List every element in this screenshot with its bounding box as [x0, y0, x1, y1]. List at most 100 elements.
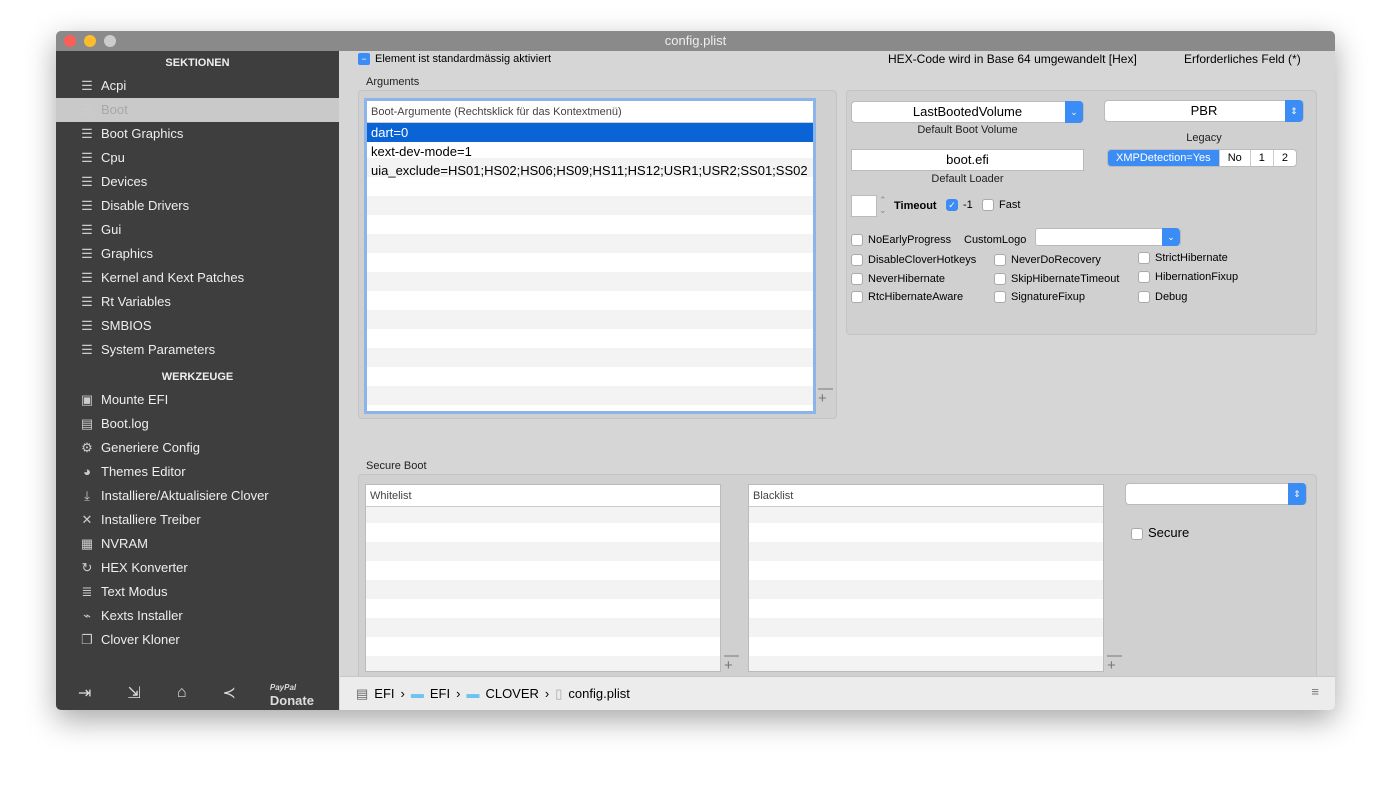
checkbox-neverdorecovery[interactable]: NeverDoRecovery — [994, 254, 1101, 267]
blacklist-table[interactable]: Blacklist — [748, 484, 1104, 672]
tool-item-label: Installiere Treiber — [101, 512, 201, 527]
sidebar-toolbar: ⇥ ⇲ ⌂ ≺ PayPal Donate — [56, 676, 339, 710]
list-icon: ☰ — [81, 342, 93, 357]
sidebar-item-acpi[interactable]: ☰ Acpi — [56, 74, 339, 98]
sidebar-item-kernel-and-kext-patches[interactable]: ☰ Kernel and Kext Patches — [56, 266, 339, 290]
tool-item-clover-kloner[interactable]: ❐ Clover Kloner — [56, 628, 339, 652]
breadcrumb-item[interactable]: CLOVER — [485, 686, 538, 701]
boot-args-table[interactable]: Boot-Argumente (Rechtsklick für das Kont… — [364, 98, 816, 414]
xmp-option[interactable]: 2 — [1272, 150, 1296, 166]
boot-args-header[interactable]: Boot-Argumente (Rechtsklick für das Kont… — [367, 101, 813, 123]
sidebar-item-label: System Parameters — [101, 342, 216, 357]
disk-icon: ▣ — [80, 392, 94, 407]
default-volume-select[interactable]: LastBootedVolume ⌄ — [851, 101, 1084, 123]
tool-item-installiere-treiber[interactable]: ✕ Installiere Treiber — [56, 508, 339, 532]
xmp-segmented-control: XMPDetection=Yes No 1 2 — [1107, 149, 1297, 167]
tool-item-label: Installiere/Aktualisiere Clover — [101, 488, 269, 503]
donate-button[interactable]: PayPal Donate — [270, 678, 339, 708]
checkbox-signaturefixup[interactable]: SignatureFixup — [994, 291, 1085, 304]
tool-item-kexts-installer[interactable]: ⌁ Kexts Installer — [56, 604, 339, 628]
default-loader-label: Default Loader — [931, 173, 1004, 185]
secure-policy-select[interactable]: ⇕ — [1125, 483, 1307, 505]
checkbox-box — [994, 273, 1006, 286]
timeout-stepper[interactable]: ⌃ ⌄ — [879, 195, 887, 215]
list-icon: ☰ — [81, 174, 93, 189]
chevron-down-icon: ⌄ — [1065, 101, 1083, 123]
checkbox-noearlyprogress[interactable]: NoEarlyProgress — [851, 234, 951, 247]
tool-item-mounte-efi[interactable]: ▣ Mounte EFI — [56, 388, 339, 412]
window-title: config.plist — [664, 33, 727, 48]
hex-note: HEX-Code wird in Base 64 umgewandelt [He… — [888, 52, 1137, 66]
boot-arg-row[interactable]: dart=0 — [367, 123, 813, 142]
zoom-button[interactable] — [104, 35, 116, 47]
timeout-field[interactable] — [851, 195, 877, 217]
boot-arg-row[interactable]: kext-dev-mode=1 — [367, 142, 813, 161]
secure-label: Secure — [1148, 525, 1190, 540]
tool-item-hex-konverter[interactable]: ↻ HEX Konverter — [56, 556, 339, 580]
secure-checkbox[interactable]: Secure — [1131, 525, 1189, 540]
tool-item-generiere-config[interactable]: ⚙ Generiere Config — [56, 436, 339, 460]
checkbox-rtchibernateaware[interactable]: RtcHibernateAware — [851, 291, 963, 304]
sidebar-item-label: Disable Drivers — [101, 198, 190, 213]
tool-item-boot-log[interactable]: ▤ Boot.log — [56, 412, 339, 436]
sidebar-item-smbios[interactable]: ☰ SMBIOS — [56, 314, 339, 338]
xmp-option[interactable]: No — [1218, 150, 1250, 166]
checkbox-hibernationfixup[interactable]: HibernationFixup — [1138, 271, 1238, 284]
copy-icon: ❐ — [81, 632, 93, 647]
checkbox-disablecloverhotkeys[interactable]: DisableCloverHotkeys — [851, 254, 976, 267]
import-icon[interactable]: ⇥ — [78, 683, 91, 703]
tool-item-nvram[interactable]: ▦ NVRAM — [56, 532, 339, 556]
checkbox-skiphibernatetimeout[interactable]: SkipHibernateTimeout — [994, 273, 1119, 286]
checkbox-stricthibernate[interactable]: StrictHibernate — [1138, 252, 1228, 265]
xmp-option[interactable]: XMPDetection=Yes — [1108, 150, 1219, 166]
palette-icon: ◕ — [83, 464, 91, 479]
checkbox-debug[interactable]: Debug — [1138, 291, 1187, 304]
sidebar-item-boot-graphics[interactable]: ☰ Boot Graphics — [56, 122, 339, 146]
breadcrumb-item[interactable]: EFI — [430, 686, 450, 701]
chip-icon: ▦ — [80, 536, 94, 551]
checkbox-box — [1131, 527, 1143, 540]
tools-header: WERKZEUGE — [161, 371, 234, 383]
sidebar-item-disable-drivers[interactable]: ☰ Disable Drivers — [56, 194, 339, 218]
fast-checkbox[interactable]: Fast — [982, 199, 1020, 212]
sidebar-item-label: Kernel and Kext Patches — [101, 270, 245, 285]
breadcrumb-item[interactable]: EFI — [374, 686, 394, 701]
menu-icon[interactable]: ≡ — [1311, 684, 1319, 699]
minus1-checkbox[interactable]: ✓ -1 — [946, 199, 973, 212]
tool-item-text-modus[interactable]: ≣ Text Modus — [56, 580, 339, 604]
legacy-select[interactable]: PBR ⇕ — [1104, 100, 1304, 122]
sidebar-item-label: Boot Graphics — [101, 126, 184, 141]
minimize-button[interactable] — [84, 35, 96, 47]
default-loader-field[interactable]: boot.efi — [851, 149, 1084, 171]
checkbox-box — [1138, 291, 1150, 304]
sidebar-item-cpu[interactable]: ☰ Cpu — [56, 146, 339, 170]
share-icon[interactable]: ≺ — [222, 683, 235, 703]
sidebar-item-gui[interactable]: ☰ Gui — [56, 218, 339, 242]
wrench-icon: ✕ — [81, 512, 93, 527]
xmp-option[interactable]: 1 — [1249, 150, 1273, 166]
boot-arg-row[interactable]: uia_exclude=HS01;HS02;HS06;HS09;HS11;HS1… — [367, 161, 813, 180]
list-icon: ☰ — [81, 126, 93, 141]
export-icon[interactable]: ⇲ — [127, 683, 140, 703]
sidebar-item-system-parameters[interactable]: ☰ System Parameters — [56, 338, 339, 362]
sidebar-item-boot[interactable]: ☰ Boot — [56, 98, 339, 122]
tool-item-themes-editor[interactable]: ◕ Themes Editor — [56, 460, 339, 484]
default-volume-label: Default Boot Volume — [917, 124, 1018, 136]
tool-item-installiere-aktualisiere-clover[interactable]: ⤓ Installiere/Aktualisiere Clover — [56, 484, 339, 508]
checkbox-box — [994, 291, 1006, 304]
sidebar-item-devices[interactable]: ☰ Devices — [56, 170, 339, 194]
sidebar-item-graphics[interactable]: ☰ Graphics — [56, 242, 339, 266]
breadcrumb-item[interactable]: config.plist — [568, 686, 629, 701]
checkbox-neverhibernate[interactable]: NeverHibernate — [851, 273, 945, 286]
chevron-down-icon: ⌄ — [1162, 228, 1180, 246]
blacklist-add-button[interactable]: — + — [1107, 648, 1122, 673]
list-icon: ☰ — [81, 78, 93, 93]
folder-icon: ▬ — [410, 686, 424, 701]
custom-logo-select[interactable]: ⌄ — [1035, 228, 1181, 246]
remove-arg-button[interactable]: — + — [818, 381, 833, 406]
home-icon[interactable]: ⌂ — [177, 684, 187, 702]
whitelist-table[interactable]: Whitelist — [365, 484, 721, 672]
close-button[interactable] — [64, 35, 76, 47]
sidebar-item-rt-variables[interactable]: ☰ Rt Variables — [56, 290, 339, 314]
whitelist-add-button[interactable]: — + — [724, 648, 739, 673]
